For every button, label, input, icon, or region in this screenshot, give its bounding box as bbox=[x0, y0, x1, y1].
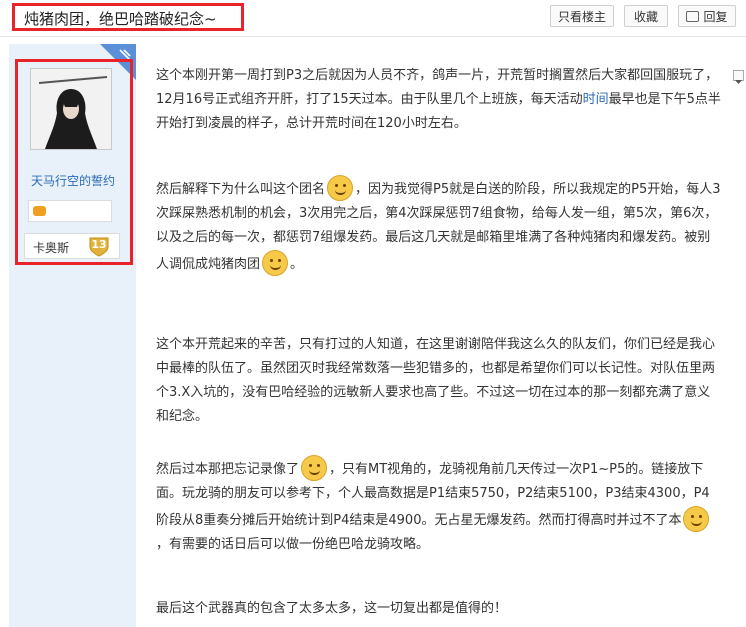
favorite-label: 收藏 bbox=[633, 10, 658, 24]
paragraph-1: 这个本刚开第一周打到P3之后就因为人员不齐，鸽声一片，开荒暂时搁置然后大家都回国… bbox=[156, 68, 721, 131]
emoji-laugh-icon bbox=[262, 250, 289, 276]
time-link[interactable]: 时间 bbox=[583, 92, 609, 107]
only-author-button[interactable]: 只看楼主 bbox=[550, 5, 614, 27]
user-card-highlight-box bbox=[15, 59, 133, 265]
favorite-button[interactable]: 收藏 bbox=[624, 5, 668, 27]
paragraph-5: 最后这个武器真的包含了太多太多，这一切复出都是值得的！ bbox=[156, 601, 508, 616]
post-body: 这个本刚开第一周打到P3之后就因为人员不齐，鸽声一片，开荒暂时搁置然后大家都回国… bbox=[156, 64, 722, 616]
reply-button[interactable]: 回复 bbox=[678, 5, 736, 27]
header-divider bbox=[0, 36, 746, 37]
reply-label: 回复 bbox=[703, 10, 728, 24]
reply-icon bbox=[686, 11, 700, 22]
emoji-smile-icon bbox=[327, 175, 354, 201]
post-title: 炖猪肉团，绝巴哈踏破纪念~ bbox=[24, 10, 217, 28]
paragraph-2: 然后解释下为什么叫这个团名 ，因为我觉得P5就是白送的阶段，所以我规定的P5开始，… bbox=[156, 175, 722, 277]
emoji-cry-icon bbox=[301, 455, 328, 481]
paragraph-3: 这个本开荒起来的辛苦，只有打过的人知道，在这里谢谢陪伴我这么久的队友们，你们已经… bbox=[156, 337, 716, 424]
only-author-label: 只看楼主 bbox=[557, 10, 606, 24]
post-menu-icon[interactable] bbox=[733, 70, 744, 84]
emoji-shy-icon bbox=[683, 506, 710, 532]
paragraph-4: 然后过本那把忘记录像了 ，只有MT视角的，龙骑视角前几天传过一次P1~P5的。链接… bbox=[156, 455, 722, 557]
